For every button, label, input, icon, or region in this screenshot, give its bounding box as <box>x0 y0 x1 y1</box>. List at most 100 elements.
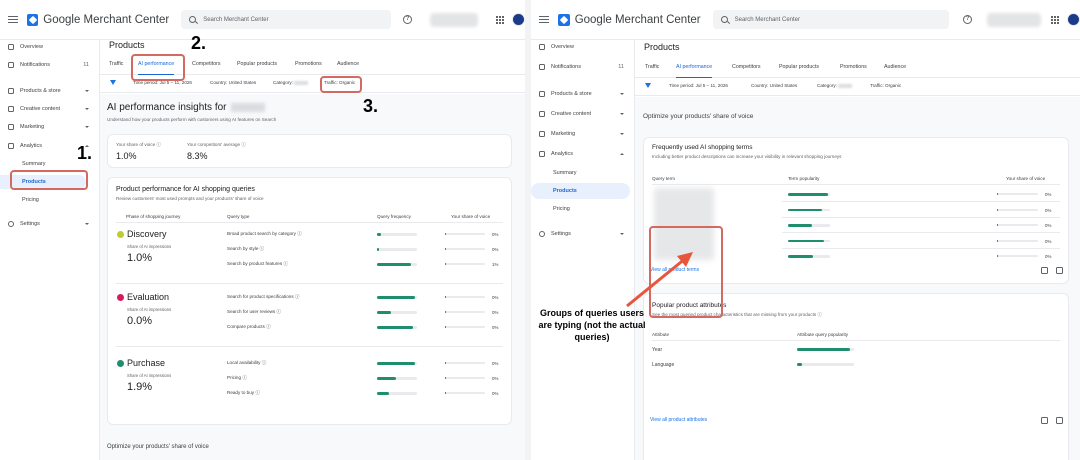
sidebar-item-marketing[interactable]: Marketing <box>531 127 634 141</box>
col-term-popularity: Term popularity <box>788 176 820 181</box>
chevron-down-icon <box>620 93 624 95</box>
avatar[interactable] <box>1067 13 1080 26</box>
sidebar-item-settings[interactable]: Settings <box>0 217 99 231</box>
sidebar-item-pricing[interactable]: Pricing <box>531 202 634 216</box>
sidebar-item-pricing[interactable]: Pricing <box>0 193 99 207</box>
phase-value: 1.0% <box>127 252 153 264</box>
avatar[interactable] <box>512 13 525 26</box>
filter-time-period[interactable]: Time period: Jul 5 – 11, 2026 <box>669 83 728 88</box>
query-frequency-bar <box>377 296 417 299</box>
filter-traffic[interactable]: Traffic: Organic <box>870 83 901 88</box>
account-name-redacted <box>986 12 1042 27</box>
tab-ai-performance[interactable]: AI performance <box>676 60 713 78</box>
brand-name: Google Merchant Center <box>574 13 701 26</box>
tab-popular-products[interactable]: Popular products <box>779 60 819 78</box>
sidebar-item-summary[interactable]: Summary <box>531 166 634 180</box>
bell-icon <box>539 64 545 70</box>
sidebar-item-products-store[interactable]: Products & store <box>0 84 99 98</box>
tab-traffic[interactable]: Traffic <box>645 60 659 78</box>
thumbs-up-icon[interactable] <box>1041 267 1048 274</box>
share-of-voice-bar <box>445 263 485 265</box>
share-of-voice-bar <box>445 392 485 394</box>
col-phase: Phase of shopping journey <box>126 214 181 219</box>
search-bar[interactable]: Search Merchant Center <box>181 10 392 29</box>
col-query-type: Query type <box>227 214 250 219</box>
thumbs-down-icon[interactable] <box>1056 417 1063 424</box>
search-input[interactable]: Search Merchant Center <box>203 17 268 23</box>
thumbs-down-icon[interactable] <box>1056 267 1063 274</box>
view-all-attributes-link[interactable]: View all product attributes <box>650 417 707 423</box>
share-of-voice-bar <box>997 239 1038 242</box>
col-attribute: Attribute <box>652 332 670 337</box>
share-of-voice-bar <box>445 311 485 313</box>
query-type-label: Local availability ⓘ <box>227 360 267 365</box>
sidebar-item-products[interactable]: Products <box>531 183 630 199</box>
filter-category[interactable]: Category: <box>273 80 309 85</box>
phase-evaluation-icon <box>117 294 124 301</box>
filter-icon[interactable] <box>645 83 651 88</box>
query-frequency-bar <box>377 377 417 380</box>
share-of-voice-value: 0% <box>1045 238 1052 244</box>
store-icon <box>8 88 14 94</box>
chevron-down-icon <box>620 133 624 135</box>
grid-icon <box>8 44 14 50</box>
brand-name: Google Merchant Center <box>43 13 170 26</box>
phase-divider <box>116 283 503 284</box>
category-redacted <box>838 83 853 88</box>
search-input[interactable]: Search Merchant Center <box>735 17 800 23</box>
apps-icon[interactable] <box>496 15 505 24</box>
tab-popular-products[interactable]: Popular products <box>237 57 277 75</box>
sidebar-item-marketing[interactable]: Marketing <box>0 120 99 134</box>
sidebar-item-notifications[interactable]: Notifications 11 <box>531 60 634 74</box>
tab-competitors[interactable]: Competitors <box>192 57 221 75</box>
sidebar-item-overview[interactable]: Overview <box>531 40 634 54</box>
query-frequency-bar <box>377 233 417 236</box>
help-icon[interactable]: ? <box>403 15 412 24</box>
phase-name: Discovery <box>127 229 167 239</box>
tab-traffic[interactable]: Traffic <box>109 57 123 75</box>
tab-promotions[interactable]: Promotions <box>840 60 867 78</box>
tab-competitors[interactable]: Competitors <box>732 60 761 78</box>
query-frequency-bar <box>377 362 417 365</box>
query-type-label: Broad product search by category ⓘ <box>227 231 302 236</box>
sidebar-item-products-store[interactable]: Products & store <box>531 87 634 101</box>
marketing-icon <box>539 131 545 137</box>
tab-audience[interactable]: Audience <box>884 60 906 78</box>
share-of-voice-bar <box>445 377 485 379</box>
share-of-voice-value: 0% <box>1045 223 1052 228</box>
main-content: Products Traffic AI performance Competit… <box>635 40 1080 460</box>
filter-country[interactable]: Country: United States <box>751 83 797 88</box>
query-type-label: Search for user reviews ⓘ <box>227 309 282 314</box>
menu-icon[interactable] <box>539 15 549 24</box>
sidebar-item-creative-content[interactable]: Creative content <box>531 107 634 121</box>
filter-category[interactable]: Category: <box>817 83 853 88</box>
col-attribute-popularity: Attribute query popularity <box>797 332 849 337</box>
store-name-redacted <box>230 102 265 112</box>
apps-icon[interactable] <box>1051 15 1060 24</box>
menu-icon[interactable] <box>8 15 18 24</box>
sidebar-item-settings[interactable]: Settings <box>531 227 634 241</box>
share-of-voice-value: 0% <box>1045 254 1052 259</box>
grid-icon <box>539 44 545 50</box>
tab-promotions[interactable]: Promotions <box>295 57 322 75</box>
thumbs-up-icon[interactable] <box>1041 417 1048 424</box>
page-title: Products <box>644 42 680 52</box>
tab-audience[interactable]: Audience <box>337 57 359 75</box>
search-bar[interactable]: Search Merchant Center <box>712 10 950 29</box>
bell-icon <box>8 62 14 68</box>
chevron-down-icon <box>85 108 89 110</box>
sidebar-item-creative-content[interactable]: Creative content <box>0 102 99 116</box>
chevron-up-icon <box>620 153 624 155</box>
sidebar-item-analytics[interactable]: Analytics <box>531 147 634 161</box>
filter-icon[interactable] <box>110 80 116 85</box>
query-type-label: Search by style ⓘ <box>227 246 265 251</box>
share-of-voice-value: 0% <box>1045 192 1052 197</box>
sidebar-item-notifications[interactable]: Notifications 11 <box>0 58 99 72</box>
creative-icon <box>8 106 14 112</box>
help-icon[interactable]: ? <box>963 15 972 24</box>
phase-name: Evaluation <box>127 292 170 302</box>
filter-country[interactable]: Country: United States <box>210 80 256 85</box>
share-of-voice-bar <box>445 362 485 364</box>
sidebar-item-overview[interactable]: Overview <box>0 40 99 54</box>
search-icon <box>189 16 197 23</box>
